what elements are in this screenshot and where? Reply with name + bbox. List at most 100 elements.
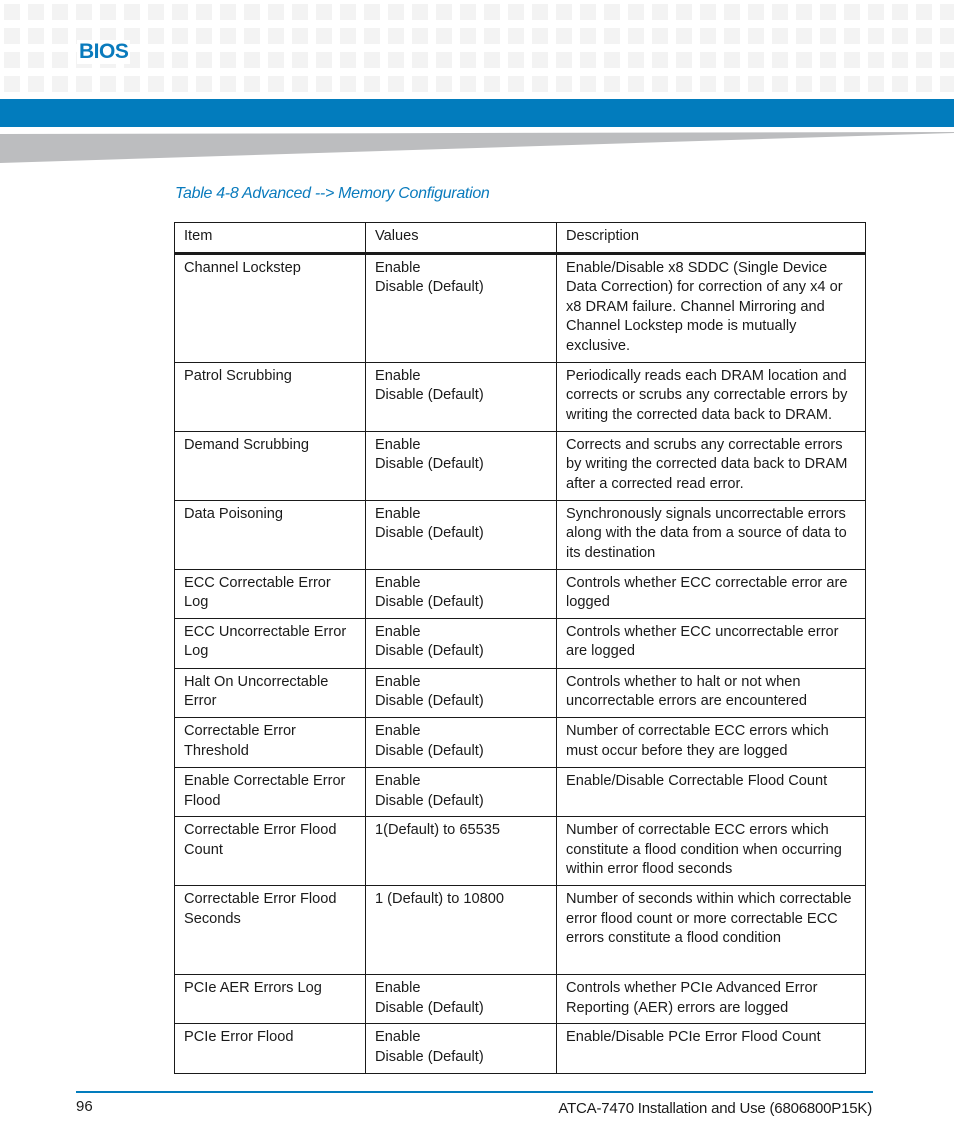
grid-square [388,76,404,92]
grid-square [748,28,764,44]
grid-square [364,4,380,20]
grid-square [700,76,716,92]
grid-square [268,76,284,92]
value-option: Enable [375,980,421,997]
grid-square [772,52,788,68]
value-option: Disable (Default) [375,999,484,1016]
header-gray-wedge [0,132,954,163]
grid-square [340,76,356,92]
header-blue-bar [0,99,954,127]
grid-square [340,4,356,20]
value-option: Enable [375,772,421,789]
value-option: Disable (Default) [375,525,484,542]
grid-square [436,28,452,44]
cell-description: Periodically reads each DRAM location an… [556,361,866,432]
table-row: Channel Lockstep Enable Disable (Default) E… [174,252,866,363]
grid-square [604,76,620,92]
grid-square [484,4,500,20]
grid-square [772,28,788,44]
grid-square [100,4,116,20]
grid-square [676,76,692,92]
grid-square [340,52,356,68]
column-header-description: Description [556,222,866,255]
cell-values: Enable Disable (Default) [365,766,557,818]
value-option: Disable (Default) [375,643,484,660]
grid-square [148,76,164,92]
header-grid-pattern [0,0,954,96]
grid-square [436,52,452,68]
grid-square [484,52,500,68]
cell-description: Controls whether PCIe Advanced Error Rep… [556,974,866,1025]
table-row: Correctable Error Flood Count 1(Default) … [174,816,866,887]
grid-square [580,28,596,44]
grid-square [220,76,236,92]
grid-square [676,52,692,68]
grid-square [820,28,836,44]
cell-item: Halt On Uncorrectable Error [174,667,366,718]
grid-square [604,52,620,68]
grid-square [220,52,236,68]
table-row: Halt On Uncorrectable Error Enable Disable… [174,667,866,718]
cell-description: Synchronously signals uncorrectable erro… [556,499,866,570]
grid-square [412,52,428,68]
grid-square [940,28,954,44]
cell-description: Enable/Disable Correctable Flood Count [556,766,866,818]
grid-square [940,4,954,20]
grid-square [916,76,932,92]
table-row: Demand Scrubbing Enable Disable (Default) C… [174,430,866,501]
cell-description: Enable/Disable PCIe Error Flood Count [556,1023,866,1074]
value-option: Enable [375,574,421,591]
cell-description: Number of correctable ECC errors which m… [556,716,866,768]
grid-square [364,76,380,92]
grid-square [172,76,188,92]
cell-item: ECC Uncorrectable Error Log [174,617,366,669]
cell-values: Enable Disable (Default) [365,1023,557,1074]
value-option: Disable (Default) [375,387,484,404]
grid-square [412,4,428,20]
grid-square [4,4,20,20]
cell-item: Enable Correctable Error Flood [174,766,366,818]
grid-square [868,76,884,92]
value-option: Enable [375,367,421,384]
grid-square [724,52,740,68]
grid-square [796,4,812,20]
grid-square [196,76,212,92]
cell-item: PCIe Error Flood [174,1023,366,1074]
cell-values: Enable Disable (Default) [365,430,557,501]
value-option: Disable (Default) [375,279,484,296]
grid-square [388,4,404,20]
grid-square [868,52,884,68]
cell-values: 1 (Default) to 10800 [365,885,557,976]
grid-square [868,28,884,44]
grid-square [124,76,140,92]
grid-square [556,4,572,20]
grid-square [652,52,668,68]
cell-values: Enable Disable (Default) [365,361,557,432]
cell-item: Patrol Scrubbing [174,361,366,432]
grid-square [436,76,452,92]
value-option: Enable [375,505,421,522]
grid-square [820,76,836,92]
grid-square [652,4,668,20]
grid-square [52,28,68,44]
table-row: ECC Uncorrectable Error Log Enable Disable… [174,617,866,669]
value-option: Disable (Default) [375,594,484,611]
grid-square [460,76,476,92]
value-option: Enable [375,623,421,640]
grid-square [580,76,596,92]
grid-square [244,52,260,68]
grid-square [700,28,716,44]
grid-square [388,52,404,68]
grid-square [244,76,260,92]
grid-square [748,52,764,68]
cell-item: ECC Correctable Error Log [174,568,366,619]
grid-square [724,4,740,20]
grid-square [148,4,164,20]
grid-square [940,76,954,92]
grid-square [724,76,740,92]
grid-square [340,28,356,44]
grid-square [4,76,20,92]
table-row: Correctable Error Flood Seconds 1 (Defaul… [174,885,866,976]
grid-square [844,76,860,92]
table-row: Patrol Scrubbing Enable Disable (Default) P… [174,361,866,432]
